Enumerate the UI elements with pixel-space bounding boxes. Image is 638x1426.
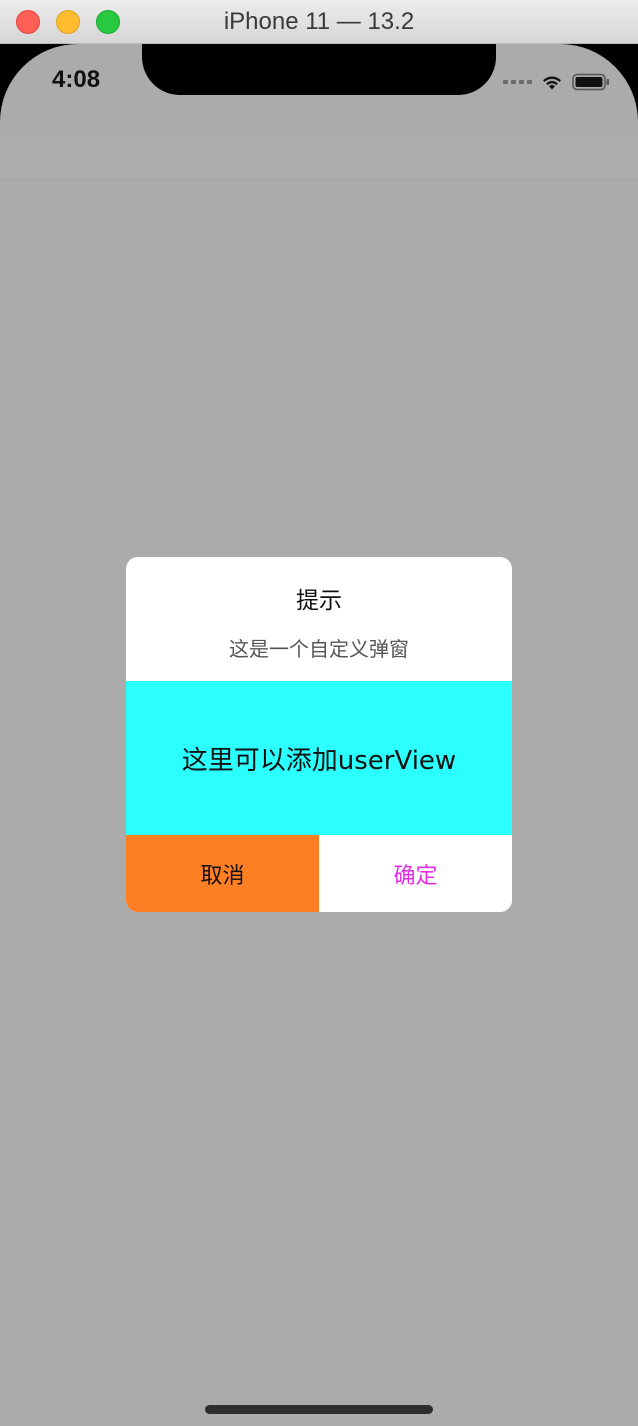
phone-screen: 4:08 提示 这是一个自定义弹窗 这里可以添加userView 取消 确定 [0, 44, 638, 1426]
cellular-signal-icon [503, 80, 532, 84]
simulator-window: iPhone 11 — 13.2 4:08 提示 这是一个自定义弹窗 这里可以添… [0, 0, 638, 1426]
custom-alert-dialog: 提示 这是一个自定义弹窗 这里可以添加userView 取消 确定 [126, 557, 512, 912]
status-indicators [503, 72, 610, 92]
battery-icon [572, 73, 609, 91]
window-title: iPhone 11 — 13.2 [223, 8, 415, 35]
user-view: 这里可以添加userView [126, 681, 512, 835]
cancel-button[interactable]: 取消 [126, 835, 319, 912]
navigation-bar [0, 136, 638, 180]
notch [142, 44, 496, 95]
dialog-title: 提示 [296, 588, 342, 614]
wifi-icon [543, 76, 561, 90]
window-titlebar: iPhone 11 — 13.2 [0, 0, 638, 44]
status-time: 4:08 [52, 66, 101, 93]
confirm-button[interactable]: 确定 [319, 835, 512, 912]
home-indicator[interactable] [205, 1405, 433, 1414]
dialog-message: 这是一个自定义弹窗 [229, 637, 409, 661]
